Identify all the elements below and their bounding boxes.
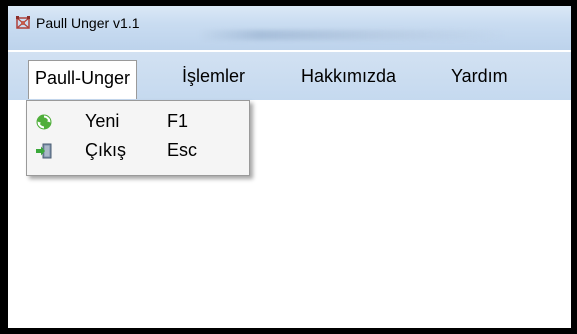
exit-door-icon: [35, 142, 53, 160]
menu-paull-unger[interactable]: Paull-Unger: [28, 60, 138, 99]
new-recycle-icon: [35, 113, 53, 131]
menu-hakkimizda[interactable]: Hakkımızda: [301, 62, 396, 90]
menu-item-cikis[interactable]: Çıkış Esc: [27, 138, 249, 166]
title-bar-blur: [198, 30, 508, 40]
menu-item-yeni-label: Yeni: [85, 111, 120, 131]
menu-islemler[interactable]: İşlemler: [182, 62, 245, 90]
menu-yardim[interactable]: Yardım: [451, 62, 508, 90]
title-bar[interactable]: Paull Unger v1.1: [8, 6, 571, 50]
menu-item-yeni-shortcut: F1: [167, 111, 189, 131]
menu-item-cikis-label: Çıkış: [85, 140, 127, 160]
paull-unger-dropdown: Yeni F1 Çıkış Esc: [26, 100, 250, 176]
menu-item-yeni[interactable]: Yeni F1: [27, 109, 249, 137]
app-icon[interactable]: [15, 15, 31, 31]
menu-bar: Paull-Unger İşlemler Hakkımızda Yardım: [8, 52, 571, 100]
app-window: Paull Unger v1.1 Paull-Unger İşlemler Ha…: [8, 6, 571, 328]
menu-item-cikis-shortcut: Esc: [167, 140, 198, 160]
window-title: Paull Unger v1.1: [36, 15, 140, 31]
